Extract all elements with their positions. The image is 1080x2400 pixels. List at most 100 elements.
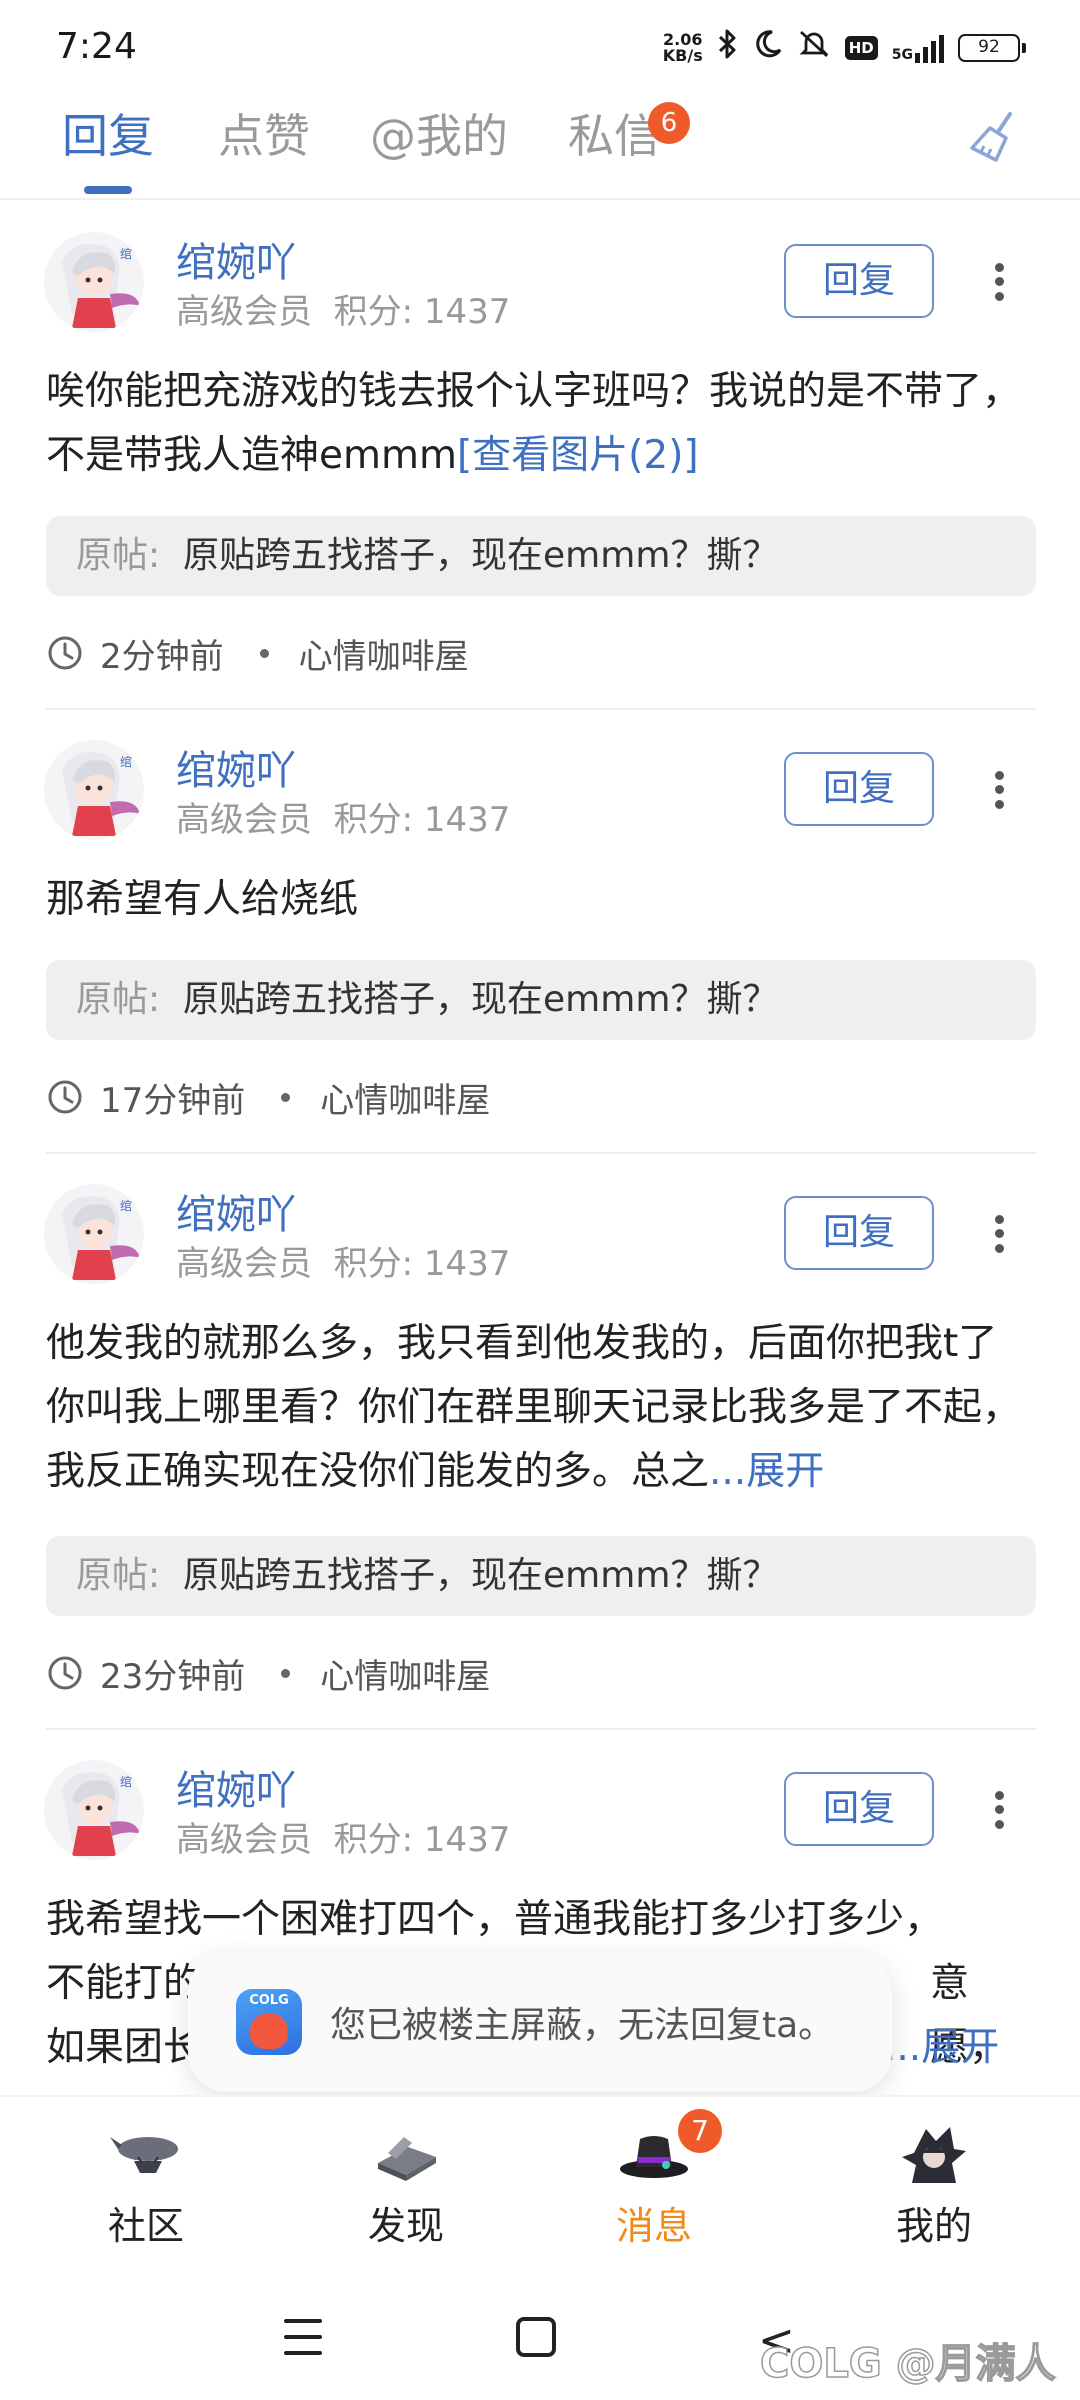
more-options-icon[interactable]	[984, 760, 1014, 820]
user-level: 高级会员	[176, 1244, 312, 1284]
reply-time: 23分钟前	[100, 1656, 246, 1697]
forum-name[interactable]: 心情咖啡屋	[299, 629, 469, 678]
system-navigation: < COLG @月满人间	[0, 2275, 1080, 2400]
reply-content[interactable]: 他发我的就那么多，我只看到他发我的，后面你把我t了你叫我上哪里看？你们在群里聊天…	[46, 1312, 1026, 1504]
user-meta: 高级会员 积分: 1437	[176, 1236, 510, 1285]
reply-text-line: 如果团长	[46, 2025, 203, 2070]
user-avatar[interactable]: 绾	[44, 1184, 144, 1284]
tab-replies[interactable]: 回复	[62, 100, 154, 166]
more-options-icon[interactable]	[984, 1204, 1014, 1264]
nav-label: 消息	[615, 2204, 692, 2248]
user-score: 积分: 1437	[333, 292, 511, 332]
nav-label: 社区	[107, 2204, 184, 2248]
clock-icon	[48, 636, 82, 670]
quote-label: 原帖:	[76, 535, 161, 576]
reply-card: 绾 绾婉吖 高级会员 积分: 1437 回复 那希望有人给烧纸 原帖: 原贴跨五…	[0, 710, 1080, 1154]
network-type: 5G	[891, 47, 913, 63]
book-icon	[378, 2137, 436, 2181]
tab-private-messages[interactable]: 私信	[568, 100, 660, 166]
reply-text: 他发我的就那么多，我只看到他发我的，后面你把我t了你叫我上哪里看？你们在群里聊天…	[46, 1321, 1022, 1494]
nav-messages[interactable]: 7 消息	[554, 2097, 754, 2277]
blocked-toast: COLG 您已被楼主屏蔽，无法回复ta。	[188, 1952, 892, 2092]
expand-link[interactable]: ...展开	[884, 2016, 999, 2080]
user-name[interactable]: 绾婉吖	[176, 230, 296, 288]
quote-text: 原贴跨五找搭子，现在emmm？撕？	[183, 979, 779, 1020]
user-level: 高级会员	[176, 1820, 312, 1860]
tab-mentions[interactable]: @我的	[370, 100, 508, 166]
user-score: 积分: 1437	[333, 1820, 511, 1860]
svg-text:绾: 绾	[120, 1198, 132, 1213]
private-messages-badge: 6	[648, 102, 690, 144]
user-name[interactable]: 绾婉吖	[176, 1758, 296, 1816]
quote-text: 原贴跨五找搭子，现在emmm？撕？	[183, 1555, 779, 1596]
clock-icon	[48, 1656, 82, 1690]
toast-message: 您已被楼主屏蔽，无法回复ta。	[330, 2005, 835, 2046]
signal-icon: 5G	[892, 33, 944, 63]
user-meta: 高级会员 积分: 1437	[176, 792, 510, 841]
expand-link[interactable]: ...展开	[709, 1449, 824, 1494]
home-icon[interactable]	[516, 2317, 556, 2357]
view-images-link[interactable]: [查看图片(2)]	[457, 433, 699, 478]
nav-community[interactable]: 社区	[46, 2097, 246, 2277]
user-score: 积分: 1437	[333, 800, 511, 840]
net-speed-unit: KB/s	[662, 46, 703, 65]
reply-text-line: 不能打的	[46, 1961, 203, 2006]
message-tabs: 回复 点赞 @我的 私信 6	[0, 90, 1080, 200]
reply-time: 17分钟前	[100, 1080, 246, 1121]
reply-text-line: 我希望找一个困难打四个，普通我能打多少打多少，	[46, 1897, 944, 1942]
watermark: COLG @月满人间	[759, 2340, 1056, 2400]
nav-discover[interactable]: 发现	[306, 2097, 506, 2277]
quote-label: 原帖:	[76, 979, 161, 1020]
clock-icon	[48, 1080, 82, 1114]
user-avatar[interactable]: 绾	[44, 740, 144, 840]
character-avatar-icon	[902, 2127, 966, 2183]
original-post-quote[interactable]: 原帖: 原贴跨五找搭子，现在emmm？撕？	[46, 960, 1036, 1040]
svg-text:绾: 绾	[120, 1774, 132, 1789]
user-name[interactable]: 绾婉吖	[176, 1182, 296, 1240]
user-avatar[interactable]: 绾	[44, 232, 144, 332]
reply-button[interactable]: 回复	[784, 1196, 934, 1270]
user-avatar[interactable]: 绾	[44, 1760, 144, 1860]
network-speed: 2.06 KB/s	[663, 32, 703, 64]
reply-meta: 2分钟前 心情咖啡屋	[46, 628, 469, 678]
battery-icon: 92	[958, 34, 1026, 62]
messages-badge: 7	[678, 2109, 722, 2153]
forum-name[interactable]: 心情咖啡屋	[320, 1649, 490, 1698]
forum-name[interactable]: 心情咖啡屋	[320, 1073, 490, 1122]
original-post-quote[interactable]: 原帖: 原贴跨五找搭子，现在emmm？撕？	[46, 1536, 1036, 1616]
airship-icon	[110, 2137, 178, 2173]
reply-button[interactable]: 回复	[784, 1772, 934, 1846]
svg-text:绾: 绾	[120, 754, 132, 769]
hd-badge: HD	[844, 36, 878, 60]
user-meta: 高级会员 积分: 1437	[176, 284, 510, 333]
quote-label: 原帖:	[76, 1555, 161, 1596]
tab-likes[interactable]: 点赞	[218, 100, 310, 166]
reply-card: 绾 绾婉吖 高级会员 积分: 1437 回复 他发我的就那么多，我只看到他发我的…	[0, 1154, 1080, 1730]
reply-content[interactable]: 唉你能把充游戏的钱去报个认字班吗？我说的是不带了，不是带我人造神emmm[查看图…	[46, 360, 1036, 488]
reply-card: 绾 绾婉吖 高级会员 积分: 1437 回复 唉你能把充游戏的钱去报个认字班吗？…	[0, 202, 1080, 710]
user-name[interactable]: 绾婉吖	[176, 738, 296, 796]
active-tab-indicator	[84, 186, 132, 194]
clear-broom-icon[interactable]	[964, 108, 1024, 168]
status-icons: 2.06 KB/s HD 5G 92	[663, 28, 1026, 68]
reply-button[interactable]: 回复	[784, 244, 934, 318]
user-score: 积分: 1437	[333, 1244, 511, 1284]
recent-apps-icon[interactable]	[284, 2319, 322, 2355]
reply-list: 绾 绾婉吖 高级会员 积分: 1437 回复 唉你能把充游戏的钱去报个认字班吗？…	[0, 202, 1080, 2095]
quote-text: 原贴跨五找搭子，现在emmm？撕？	[183, 535, 779, 576]
colg-app-icon: COLG	[236, 1989, 302, 2055]
more-options-icon[interactable]	[984, 1780, 1014, 1840]
nav-mine[interactable]: 我的	[834, 2097, 1034, 2277]
silent-bell-icon	[797, 28, 831, 68]
original-post-quote[interactable]: 原帖: 原贴跨五找搭子，现在emmm？撕？	[46, 516, 1036, 596]
reply-meta: 17分钟前 心情咖啡屋	[46, 1072, 490, 1122]
nav-label: 发现	[367, 2204, 444, 2248]
user-level: 高级会员	[176, 800, 312, 840]
reply-text: 那希望有人给烧纸	[46, 877, 359, 922]
bluetooth-icon	[717, 28, 739, 68]
reply-button[interactable]: 回复	[784, 752, 934, 826]
reply-content[interactable]: 那希望有人给烧纸	[46, 868, 1036, 932]
nav-label: 我的	[895, 2204, 972, 2248]
reply-meta: 23分钟前 心情咖啡屋	[46, 1648, 490, 1698]
more-options-icon[interactable]	[984, 252, 1014, 312]
